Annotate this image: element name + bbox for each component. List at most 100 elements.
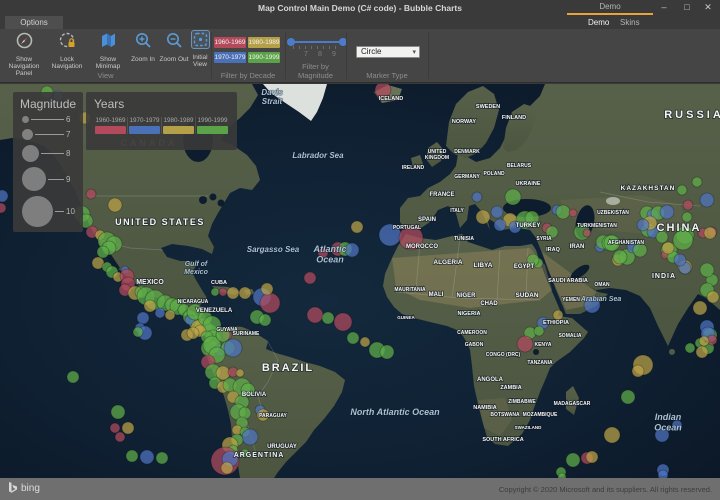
earthquake-bubble[interactable] <box>111 405 125 419</box>
earthquake-bubble[interactable] <box>221 462 233 474</box>
show-minimap-button[interactable]: Show Minimap <box>88 31 128 70</box>
earthquake-bubble[interactable] <box>110 423 120 433</box>
earthquake-bubble[interactable] <box>260 293 280 313</box>
earthquake-bubble[interactable] <box>108 198 122 212</box>
map-viewport[interactable]: DavisStraitLabrador SeaSargasso SeaAtlan… <box>0 84 720 478</box>
earthquake-bubble[interactable] <box>472 192 482 202</box>
earthquake-bubble[interactable] <box>156 452 168 464</box>
earthquake-bubble[interactable] <box>476 210 490 224</box>
earthquake-bubble[interactable] <box>360 337 370 347</box>
earthquake-bubble[interactable] <box>566 453 580 467</box>
earthquake-bubble[interactable] <box>165 310 175 320</box>
earthquake-bubble[interactable] <box>699 336 709 346</box>
earthquake-bubble[interactable] <box>380 345 394 359</box>
earthquake-bubble[interactable] <box>621 390 635 404</box>
earthquake-bubble[interactable] <box>491 206 503 218</box>
marker-type-group-caption: Marker Type <box>346 71 428 80</box>
earthquake-bubble[interactable] <box>662 242 674 254</box>
earthquake-bubble[interactable] <box>556 205 570 219</box>
earthquake-bubble[interactable] <box>586 451 598 463</box>
earthquake-bubble[interactable] <box>351 221 363 233</box>
magnitude-slider-track[interactable] <box>291 41 343 43</box>
decade-1960-1969-button[interactable]: 1960-1969 <box>214 37 246 48</box>
earthquake-bubble[interactable] <box>137 312 149 324</box>
earthquake-bubble[interactable] <box>322 312 334 324</box>
earthquake-bubble[interactable] <box>637 219 649 231</box>
earthquake-bubble[interactable] <box>133 327 143 337</box>
earthquake-bubble[interactable] <box>236 369 244 377</box>
earthquake-bubble[interactable] <box>604 427 620 443</box>
earthquake-bubble[interactable] <box>155 308 165 318</box>
earthquake-bubble[interactable] <box>553 310 563 320</box>
zoom-out-button[interactable]: Zoom Out <box>158 31 190 63</box>
ocean-label: Labrador Sea <box>292 151 344 160</box>
app-window: Map Control Main Demo (C# code) - Bubble… <box>0 0 720 500</box>
earthquake-bubble[interactable] <box>227 287 239 299</box>
earthquake-bubble[interactable] <box>658 470 668 478</box>
earthquake-bubble[interactable] <box>304 272 316 284</box>
earthquake-bubble[interactable] <box>494 219 506 231</box>
country-label: OMAN <box>594 282 610 288</box>
minimize-button[interactable]: – <box>655 1 673 14</box>
earthquake-bubble[interactable] <box>211 288 219 296</box>
tab-skins[interactable]: Skins <box>620 16 640 29</box>
earthquake-bubble[interactable] <box>259 314 271 326</box>
earthquake-bubble[interactable] <box>187 327 199 339</box>
close-button[interactable]: ✕ <box>699 1 717 14</box>
maximize-button[interactable]: □ <box>678 1 696 14</box>
earthquake-bubble[interactable] <box>307 307 323 323</box>
earthquake-bubble[interactable] <box>569 209 577 217</box>
earthquake-bubble[interactable] <box>674 254 686 266</box>
earthquake-bubble[interactable] <box>239 287 251 299</box>
earthquake-bubble[interactable] <box>583 229 591 237</box>
options-menu-button[interactable]: Options <box>5 16 63 29</box>
ribbon-category-demo[interactable]: Demo <box>567 2 653 11</box>
earthquake-bubble[interactable] <box>67 371 79 383</box>
lock-navigation-button[interactable]: Lock Navigation <box>46 31 88 70</box>
earthquake-bubble[interactable] <box>345 243 359 257</box>
earthquake-bubble[interactable] <box>0 203 6 213</box>
initial-view-button[interactable]: Initial View <box>190 31 210 68</box>
earthquake-bubble[interactable] <box>347 332 359 344</box>
earthquake-bubble[interactable] <box>517 336 533 352</box>
earthquake-bubble[interactable] <box>704 227 716 239</box>
country-label: MOROCCO <box>406 244 438 250</box>
magnitude-slider-thumb-min[interactable] <box>287 38 295 46</box>
earthquake-bubble[interactable] <box>685 343 695 353</box>
country-label: RUSSIA <box>664 109 720 121</box>
earthquake-bubble[interactable] <box>115 432 125 442</box>
earthquake-bubble[interactable] <box>683 200 693 210</box>
earthquake-bubble[interactable] <box>696 346 708 358</box>
earthquake-bubble[interactable] <box>122 422 134 434</box>
country-label: ZAMBIA <box>500 385 521 391</box>
marker-type-combobox[interactable]: Circle ▾ <box>356 46 420 58</box>
earthquake-bubble[interactable] <box>334 313 352 331</box>
earthquake-bubble[interactable] <box>224 339 242 357</box>
decade-1980-1989-button[interactable]: 1980-1989 <box>248 37 280 48</box>
earthquake-bubble[interactable] <box>692 177 702 187</box>
zoom-in-button[interactable]: Zoom In <box>128 31 158 63</box>
earthquake-bubble[interactable] <box>97 246 109 258</box>
earthquake-bubble[interactable] <box>144 300 156 312</box>
earthquake-bubble[interactable] <box>632 365 644 377</box>
earthquake-bubble[interactable] <box>677 185 687 195</box>
earthquake-bubble[interactable] <box>140 450 154 464</box>
earthquake-bubble[interactable] <box>126 450 138 462</box>
earthquake-bubble[interactable] <box>700 263 714 277</box>
earthquake-bubble[interactable] <box>700 193 714 207</box>
decade-1990-1999-button[interactable]: 1990-1999 <box>248 52 280 63</box>
earthquake-bubble[interactable] <box>534 326 544 336</box>
earthquake-bubble[interactable] <box>660 205 674 219</box>
earthquake-bubble[interactable] <box>613 250 627 264</box>
tab-demo[interactable]: Demo <box>588 16 609 29</box>
earthquake-bubble[interactable] <box>505 189 521 205</box>
earthquake-bubble[interactable] <box>682 212 692 222</box>
earthquake-bubble[interactable] <box>0 190 8 202</box>
decade-1970-1979-button[interactable]: 1970-1979 <box>214 52 246 63</box>
earthquake-bubble[interactable] <box>219 288 227 296</box>
earthquake-bubble[interactable] <box>86 189 96 199</box>
earthquake-bubble[interactable] <box>707 291 719 303</box>
earthquake-bubble[interactable] <box>261 283 273 295</box>
earthquake-bubble[interactable] <box>242 429 258 445</box>
earthquake-bubble[interactable] <box>693 301 707 315</box>
